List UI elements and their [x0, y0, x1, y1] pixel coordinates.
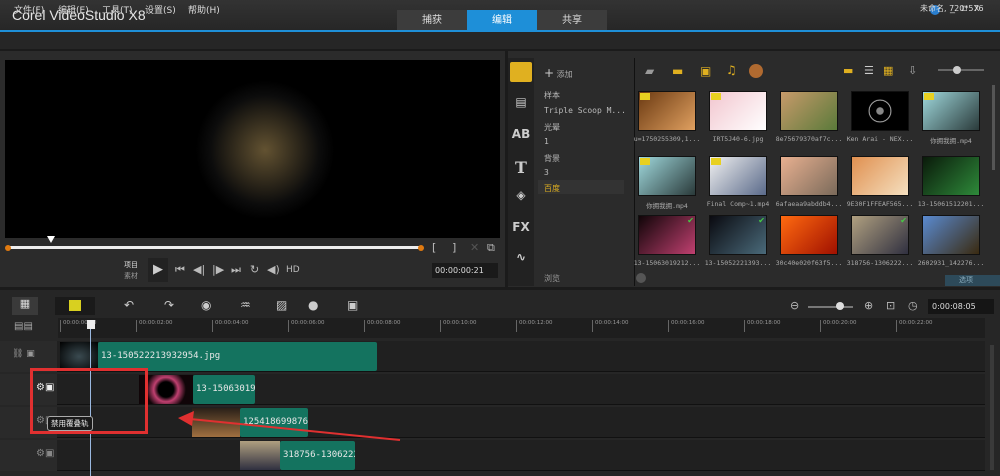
- arrow-line: [189, 418, 401, 441]
- arrow-head: [178, 411, 194, 426]
- annotation-arrow: [178, 411, 401, 441]
